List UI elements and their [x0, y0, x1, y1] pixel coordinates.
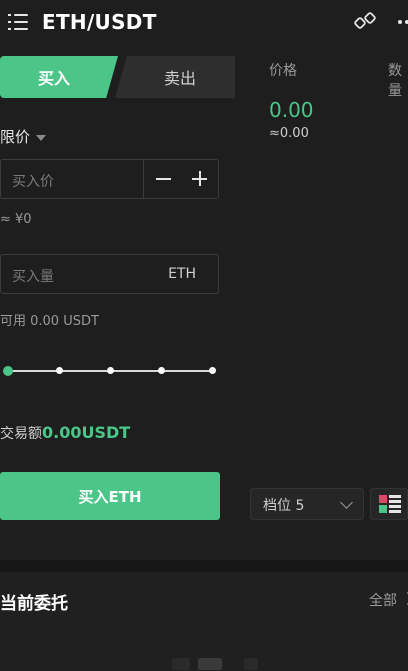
order-type-dropdown[interactable]: 限价 — [0, 126, 47, 147]
amount-unit: ETH — [168, 266, 196, 282]
caret-down-icon — [36, 134, 47, 141]
orderbook-amount-header: 数量 — [388, 63, 402, 99]
switch-pair-icon[interactable] — [354, 10, 378, 34]
price-input[interactable]: 买入价 — [0, 159, 219, 199]
tab-sell[interactable]: 卖出 — [115, 56, 235, 98]
menu-icon[interactable] — [8, 11, 30, 33]
last-price: 0.00 — [269, 98, 314, 122]
more-dots-icon[interactable] — [396, 10, 408, 34]
amount-placeholder: 买入量 — [12, 269, 54, 285]
slider-handle[interactable] — [3, 366, 13, 376]
loading-placeholder — [172, 658, 190, 670]
trading-pair-title[interactable]: ETH/USDT — [42, 10, 157, 34]
available-balance: 可用 0.00 USDT — [0, 314, 99, 329]
depth-level-value: 档位 5 — [263, 498, 305, 514]
slider-step-25[interactable] — [56, 367, 63, 374]
amount-input[interactable]: 买入量 ETH — [0, 254, 219, 294]
loading-dots-icon — [198, 658, 222, 670]
order-type-label: 限价 — [0, 128, 31, 146]
open-orders-title: 当前委托 — [0, 594, 68, 614]
buy-eth-button[interactable]: 买入ETH — [0, 472, 220, 520]
depth-level-select[interactable]: 档位 5 — [250, 488, 364, 520]
price-fiat-approx: ≈ ¥0 — [0, 212, 32, 227]
loading-placeholder — [244, 658, 258, 670]
last-price-approx: ≈0.00 — [269, 126, 309, 141]
orderbook-layout-icon — [379, 495, 401, 513]
slider-step-100[interactable] — [209, 367, 216, 374]
trade-amount: 交易额0.00USDT — [0, 423, 130, 443]
trade-amount-label: 交易额 — [0, 426, 42, 442]
stepper-divider — [143, 160, 144, 198]
chevron-down-icon — [340, 496, 353, 509]
plus-icon[interactable] — [189, 168, 211, 190]
open-orders-section — [0, 572, 408, 671]
slider-step-50[interactable] — [107, 367, 114, 374]
trade-amount-value: 0.00USDT — [42, 423, 131, 442]
orderbook-price-header: 价格 — [269, 63, 297, 79]
orderbook-view-toggle[interactable] — [370, 488, 408, 520]
tab-buy[interactable]: 买入 — [0, 56, 118, 98]
section-divider — [0, 560, 408, 572]
open-orders-all-link[interactable]: 全部 — [369, 590, 397, 610]
minus-icon[interactable] — [153, 168, 175, 190]
slider-step-75[interactable] — [158, 367, 165, 374]
price-placeholder: 买入价 — [12, 174, 54, 190]
